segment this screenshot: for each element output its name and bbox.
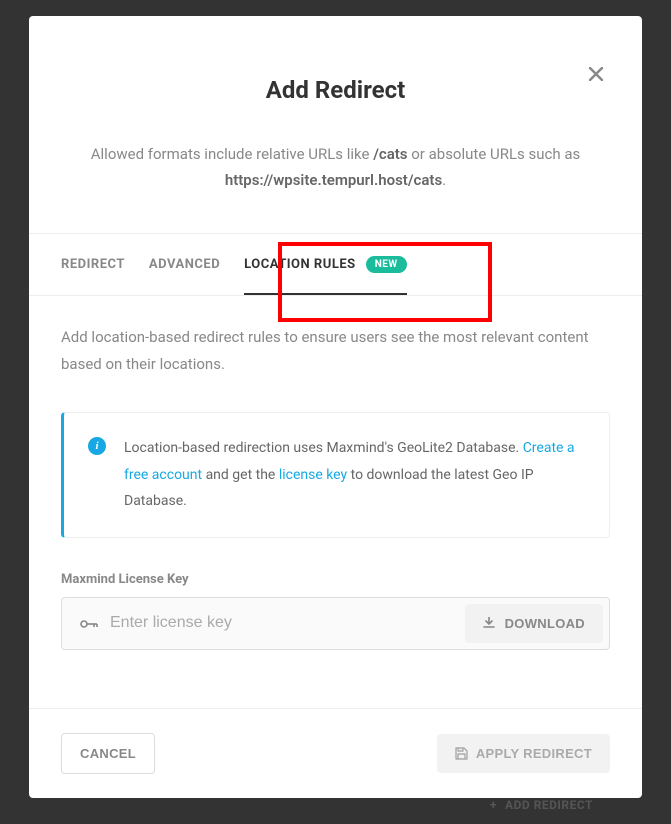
cancel-label: CANCEL (80, 746, 136, 761)
key-icon (68, 614, 110, 633)
modal-footer: CANCEL APPLY REDIRECT (29, 708, 642, 798)
add-redirect-modal: Add Redirect Allowed formats include rel… (29, 16, 642, 798)
new-badge: NEW (366, 256, 407, 273)
tabs: REDIRECT ADVANCED LOCATION RULES NEW (29, 233, 642, 296)
location-description: Add location-based redirect rules to ens… (61, 324, 610, 378)
tab-advanced[interactable]: ADVANCED (149, 234, 220, 295)
background-add-redirect: + ADD REDIRECT (490, 798, 593, 812)
save-icon (455, 747, 468, 760)
close-icon (589, 67, 603, 81)
download-button[interactable]: DOWNLOAD (465, 604, 603, 643)
tab-redirect[interactable]: REDIRECT (61, 234, 125, 295)
cancel-button[interactable]: CANCEL (61, 733, 155, 774)
tab-label: LOCATION RULES (244, 257, 356, 272)
modal-title: Add Redirect (89, 76, 582, 104)
info-text: Location-based redirection uses Maxmind'… (124, 435, 585, 515)
info-icon: i (88, 437, 106, 455)
modal-subtitle: Allowed formats include relative URLs li… (89, 142, 582, 193)
close-button[interactable] (584, 62, 608, 86)
modal-header: Add Redirect Allowed formats include rel… (29, 16, 642, 233)
tab-label: ADVANCED (149, 257, 220, 272)
apply-redirect-button[interactable]: APPLY REDIRECT (437, 734, 610, 773)
license-key-input[interactable] (110, 614, 465, 632)
license-input-row: DOWNLOAD (61, 597, 610, 650)
download-label: DOWNLOAD (505, 616, 585, 631)
download-icon (483, 617, 495, 629)
license-key-link[interactable]: license key (279, 467, 347, 483)
tab-label: REDIRECT (61, 257, 125, 272)
tab-content: Add location-based redirect rules to ens… (29, 296, 642, 708)
apply-label: APPLY REDIRECT (476, 746, 592, 761)
tab-location-rules[interactable]: LOCATION RULES NEW (244, 234, 406, 295)
license-key-label: Maxmind License Key (61, 572, 610, 587)
info-box: i Location-based redirection uses Maxmin… (61, 412, 610, 538)
